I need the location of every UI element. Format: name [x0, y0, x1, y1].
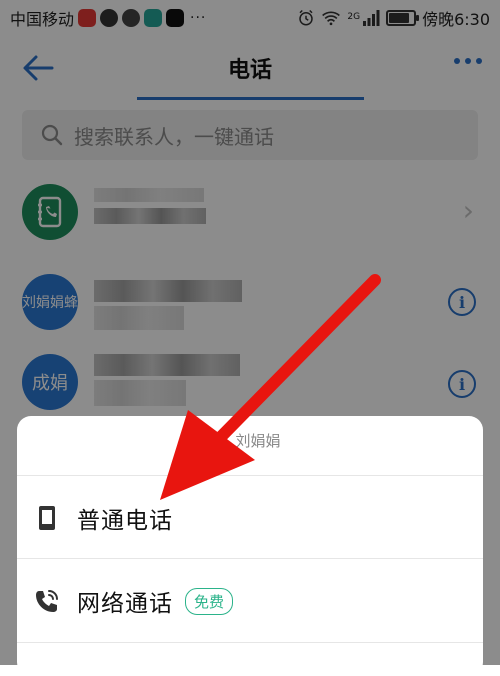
divider [17, 558, 483, 559]
option-label: 网络通话 [77, 591, 173, 617]
regular-call-option[interactable]: 普通电话 [17, 478, 483, 558]
sheet-caption: 刘娟娟 [17, 430, 483, 451]
sheet-contact-name: 刘娟娟 [235, 432, 281, 450]
free-badge: 免费 [185, 587, 234, 615]
blurred-caption-prefix [219, 432, 228, 449]
phone-device-icon [39, 506, 55, 530]
voip-call-option[interactable]: 网络通话 免费 [17, 561, 483, 641]
divider [17, 642, 483, 643]
call-type-sheet: 刘娟娟 普通电话 网络通话 免费 [17, 416, 483, 676]
divider [17, 475, 483, 476]
option-label: 普通电话 [77, 508, 173, 534]
voip-call-icon [36, 590, 58, 612]
phone-screen: 中国移动 ··· 2G 傍晚6:30 电话 搜索联系人，一键通话 › 刘娟娟蜂 … [0, 0, 500, 676]
